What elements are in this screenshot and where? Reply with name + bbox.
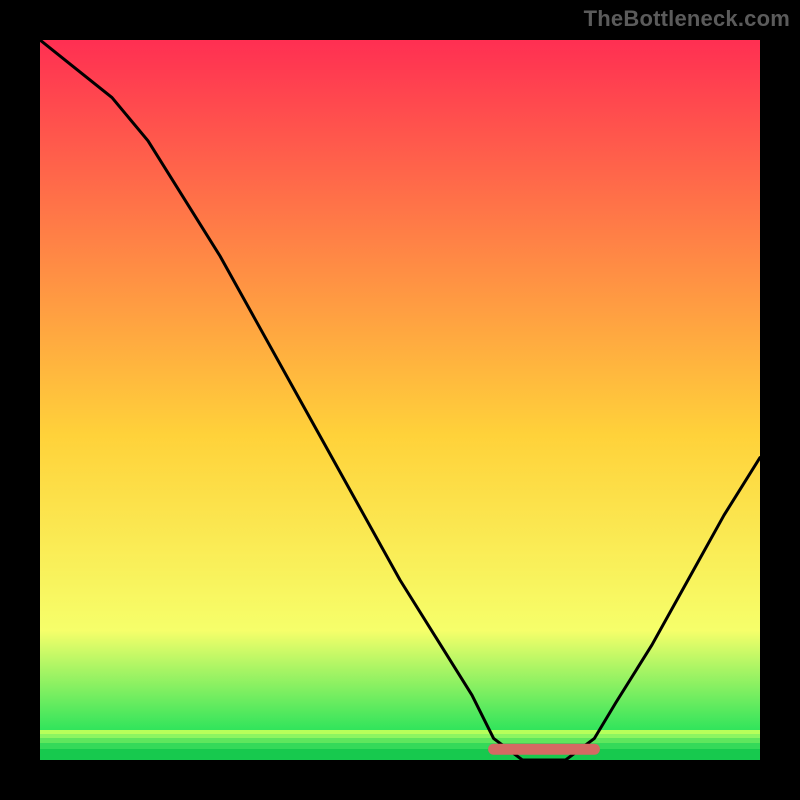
plot-svg <box>40 40 760 760</box>
plot-area <box>40 40 760 760</box>
stripe-5 <box>40 749 760 760</box>
stripe-1 <box>40 730 760 734</box>
bottom-stripe-group <box>40 730 760 760</box>
chart-canvas: TheBottleneck.com <box>0 0 800 800</box>
stripe-3 <box>40 738 760 743</box>
gradient-rect <box>40 40 760 760</box>
stripe-4 <box>40 743 760 749</box>
stripe-2 <box>40 734 760 738</box>
watermark-text: TheBottleneck.com <box>584 6 790 32</box>
